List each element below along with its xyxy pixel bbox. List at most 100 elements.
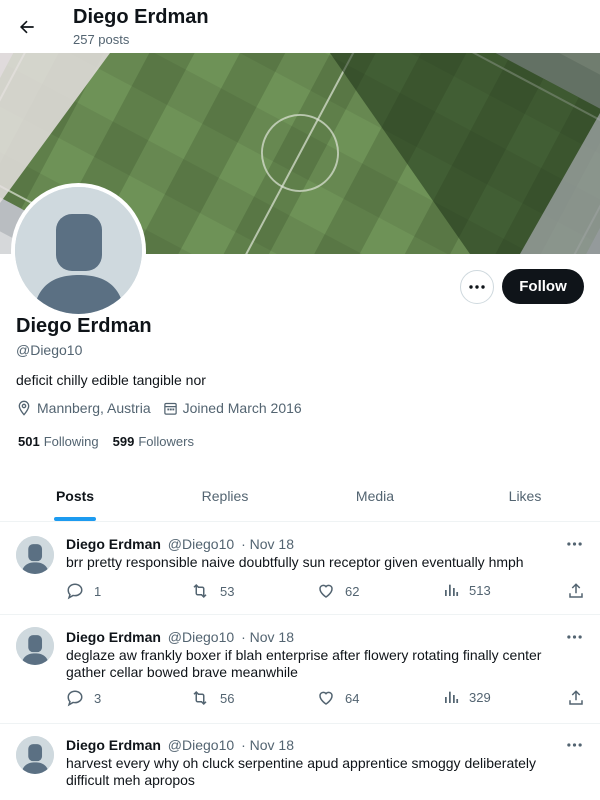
header-post-count: 257 posts: [73, 32, 130, 47]
repost-count: 53: [220, 583, 235, 599]
like-count: 62: [345, 583, 360, 599]
post-date[interactable]: Nov 18: [250, 737, 294, 753]
heart-icon: [319, 584, 333, 598]
default-avatar-icon: [15, 187, 142, 314]
profile-avatar[interactable]: [11, 183, 146, 318]
like-button[interactable]: 64: [317, 689, 359, 707]
post-more-button[interactable]: [564, 536, 584, 552]
tab-label: Replies: [201, 487, 249, 504]
post-text: harvest every why oh cluck serpentine ap…: [66, 755, 537, 788]
post-item[interactable]: Diego Erdman @Diego10 · Nov 18 brr prett…: [0, 522, 600, 615]
heart-icon: [319, 691, 333, 705]
post-author-name[interactable]: Diego Erdman: [66, 629, 161, 645]
location-pin-icon: [18, 400, 30, 416]
views-button[interactable]: 329: [443, 689, 491, 705]
joined-text: Joined March 2016: [182, 400, 302, 416]
active-tab-indicator: [54, 517, 96, 521]
tab-label: Posts: [55, 487, 95, 504]
calendar-icon: [163, 402, 177, 415]
post-text: deglaze aw frankly boxer if blah enterpr…: [66, 647, 542, 680]
post-separator: ·: [241, 629, 246, 645]
post-avatar[interactable]: [16, 627, 54, 665]
post-header: Diego Erdman @Diego10 · Nov 18: [66, 536, 294, 552]
reply-button[interactable]: 3: [66, 689, 101, 707]
post-separator: ·: [241, 536, 246, 552]
tab-media[interactable]: Media: [300, 470, 450, 521]
tab-likes[interactable]: Likes: [450, 470, 600, 521]
profile-more-button[interactable]: [460, 270, 494, 304]
post-date[interactable]: Nov 18: [250, 629, 294, 645]
more-dots-icon: [566, 635, 582, 639]
like-count: 64: [345, 690, 360, 706]
profile-stats: 501 Following 599 Followers: [18, 434, 208, 449]
post-item[interactable]: Diego Erdman @Diego10 · Nov 18 harvest e…: [0, 724, 600, 800]
header-title: Diego Erdman: [73, 6, 209, 28]
post-header: Diego Erdman @Diego10 · Nov 18: [66, 737, 294, 753]
reply-icon: [67, 583, 83, 600]
tab-replies[interactable]: Replies: [150, 470, 300, 521]
repost-count: 56: [220, 690, 235, 706]
follow-button[interactable]: Follow: [502, 269, 584, 304]
back-button[interactable]: [12, 12, 42, 42]
profile-meta: Mannberg, Austria Joined March 2016: [16, 400, 314, 416]
followers-label: Followers: [138, 434, 194, 449]
post-author-name[interactable]: Diego Erdman: [66, 737, 161, 753]
default-avatar-icon: [16, 736, 54, 774]
reply-count: 3: [94, 690, 102, 706]
post-separator: ·: [241, 737, 246, 753]
repost-icon: [193, 583, 207, 599]
post-avatar[interactable]: [16, 536, 54, 574]
post-author-name[interactable]: Diego Erdman: [66, 536, 161, 552]
following-count: 501: [18, 434, 40, 449]
post-actions: 3 56 64 329: [66, 689, 586, 709]
followers-link[interactable]: 599 Followers: [113, 434, 194, 449]
default-avatar-icon: [16, 627, 54, 665]
reply-icon: [67, 690, 83, 707]
post-item[interactable]: Diego Erdman @Diego10 · Nov 18 deglaze a…: [0, 615, 600, 724]
post-author-handle: @Diego10: [167, 737, 235, 753]
repost-button[interactable]: 53: [190, 582, 234, 600]
tab-posts[interactable]: Posts: [0, 470, 150, 521]
more-dots-icon: [469, 285, 485, 289]
share-button[interactable]: [567, 582, 595, 600]
bar-chart-icon: [445, 691, 459, 703]
post-actions: 1 53 62 513: [66, 582, 586, 602]
followers-count: 599: [112, 434, 135, 449]
repost-icon: [193, 690, 207, 706]
post-header: Diego Erdman @Diego10 · Nov 18: [66, 629, 294, 645]
post-more-button[interactable]: [564, 629, 584, 645]
back-arrow-icon: [19, 20, 34, 34]
reply-count: 1: [94, 583, 102, 599]
location-text: Mannberg, Austria: [37, 400, 151, 416]
share-icon: [569, 583, 583, 598]
more-dots-icon: [566, 542, 582, 546]
post-text: brr pretty responsible naive doubtfully …: [66, 554, 524, 570]
following-label: Following: [43, 434, 99, 449]
post-avatar[interactable]: [16, 736, 54, 774]
profile-joined: Joined March 2016: [163, 400, 302, 416]
like-button[interactable]: 62: [317, 582, 359, 600]
post-author-handle: @Diego10: [167, 629, 235, 645]
profile-name: Diego Erdman: [16, 315, 152, 337]
tab-label: Media: [355, 487, 395, 504]
post-more-button[interactable]: [564, 737, 584, 753]
views-count: 513: [469, 582, 491, 598]
avatar-image: [15, 187, 142, 314]
share-icon: [569, 690, 583, 705]
tab-label: Likes: [508, 487, 542, 504]
reply-button[interactable]: 1: [66, 582, 101, 600]
share-button[interactable]: [567, 689, 595, 707]
bar-chart-icon: [445, 584, 459, 596]
views-button[interactable]: 513: [443, 582, 491, 598]
more-dots-icon: [566, 743, 582, 747]
top-bar: Diego Erdman 257 posts: [0, 0, 600, 53]
profile-bio: deficit chilly edible tangible nor: [16, 372, 206, 388]
views-count: 329: [469, 689, 491, 705]
post-date[interactable]: Nov 18: [250, 536, 294, 552]
profile-location: Mannberg, Austria: [16, 400, 151, 416]
profile-handle: @Diego10: [16, 342, 83, 358]
repost-button[interactable]: 56: [190, 689, 234, 707]
default-avatar-icon: [16, 536, 54, 574]
following-link[interactable]: 501 Following: [18, 434, 99, 449]
profile-tabs: Posts Replies Media Likes: [0, 470, 600, 522]
